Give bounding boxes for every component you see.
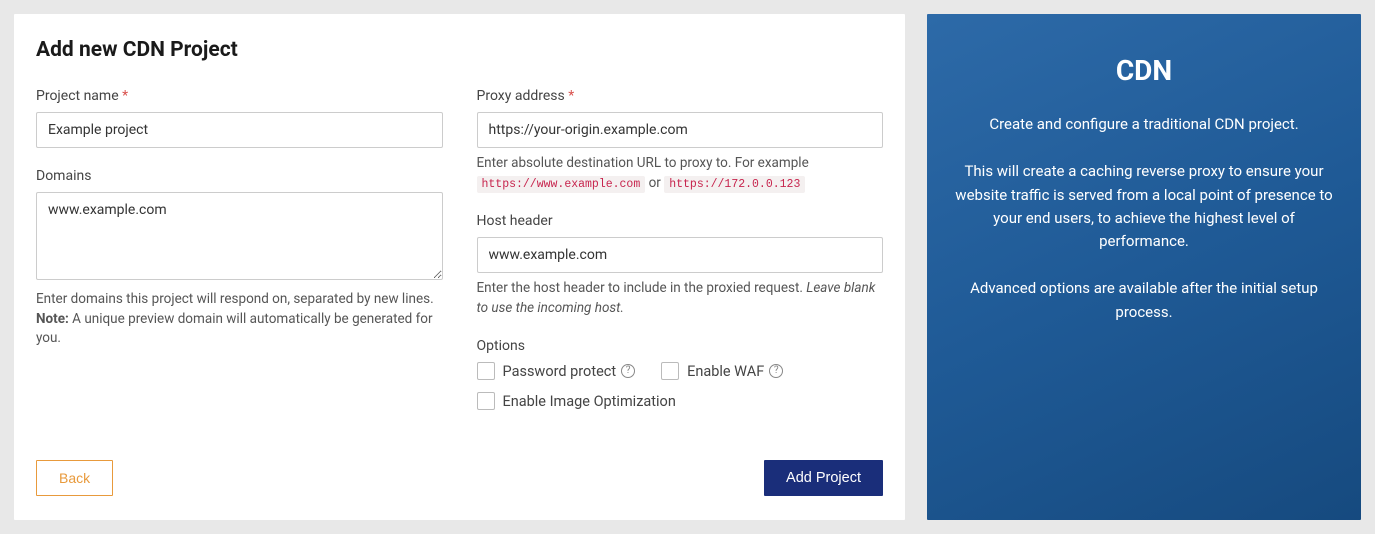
domains-help: Enter domains this project will respond … (36, 290, 443, 349)
help-icon[interactable]: ? (769, 364, 783, 378)
enable-waf-label: Enable WAF ? (687, 363, 783, 380)
project-name-label: Project name * (36, 88, 443, 104)
required-indicator: * (122, 88, 128, 104)
proxy-help: Enter absolute destination URL to proxy … (477, 154, 884, 193)
proxy-address-label: Proxy address * (477, 88, 884, 104)
domains-textarea[interactable]: www.example.com (36, 192, 443, 280)
domains-label: Domains (36, 168, 443, 184)
password-protect-label: Password protect ? (503, 363, 636, 380)
proxy-address-input[interactable] (477, 112, 884, 148)
info-title: CDN (955, 54, 1333, 87)
password-protect-checkbox[interactable] (477, 362, 495, 380)
host-header-label: Host header (477, 213, 884, 229)
options-label: Options (477, 338, 884, 354)
enable-waf-checkbox[interactable] (661, 362, 679, 380)
help-icon[interactable]: ? (621, 364, 635, 378)
host-header-help: Enter the host header to include in the … (477, 279, 884, 318)
info-panel: CDN Create and configure a traditional C… (927, 14, 1361, 520)
enable-image-opt-label: Enable Image Optimization (503, 393, 676, 410)
add-project-button[interactable]: Add Project (764, 460, 883, 496)
host-header-input[interactable] (477, 237, 884, 273)
info-paragraph: Advanced options are available after the… (955, 277, 1333, 324)
code-example: https://172.0.0.123 (664, 176, 805, 193)
required-indicator: * (568, 88, 574, 104)
code-example: https://www.example.com (477, 176, 646, 193)
info-paragraph: Create and configure a traditional CDN p… (955, 113, 1333, 136)
enable-image-opt-checkbox[interactable] (477, 392, 495, 410)
project-name-input[interactable] (36, 112, 443, 148)
info-paragraph: This will create a caching reverse proxy… (955, 160, 1333, 253)
back-button[interactable]: Back (36, 460, 113, 496)
page-title: Add new CDN Project (36, 38, 883, 62)
form-panel: Add new CDN Project Project name * Domai… (14, 14, 905, 520)
